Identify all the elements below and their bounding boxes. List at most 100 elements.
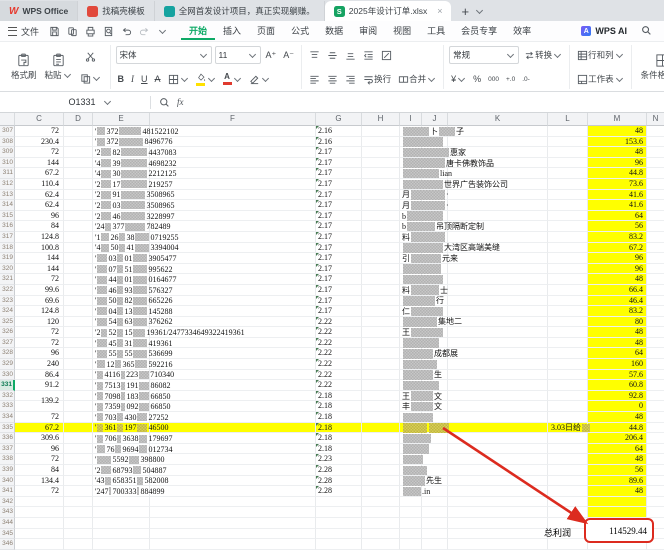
- undo-icon[interactable]: [121, 26, 132, 37]
- cell[interactable]: [64, 370, 93, 381]
- cell[interactable]: 134.4: [15, 476, 64, 487]
- cell[interactable]: [362, 338, 400, 349]
- cell[interactable]: [548, 221, 588, 232]
- cell[interactable]: [64, 296, 93, 307]
- cell[interactable]: [400, 168, 422, 179]
- cell[interactable]: [362, 137, 400, 148]
- row-header[interactable]: 342: [0, 497, 15, 508]
- cell[interactable]: [422, 348, 448, 359]
- cell[interactable]: [548, 412, 588, 423]
- cell[interactable]: 41.6: [588, 190, 647, 201]
- cell[interactable]: [150, 433, 316, 444]
- cell[interactable]: [647, 317, 664, 328]
- cell[interactable]: [422, 285, 448, 296]
- cell[interactable]: [400, 211, 422, 222]
- column-header-G[interactable]: G: [316, 113, 362, 126]
- cell[interactable]: [647, 179, 664, 190]
- cell[interactable]: [15, 518, 64, 529]
- tab-close-icon[interactable]: ×: [437, 6, 442, 16]
- cell[interactable]: 83.2: [588, 232, 647, 243]
- row-header[interactable]: 333: [0, 401, 15, 412]
- cell[interactable]: [362, 497, 400, 508]
- cell[interactable]: [400, 243, 422, 254]
- window-tab-teal[interactable]: 全网首发设计项目，真正实现躺赚。: [155, 1, 325, 21]
- font-name-select[interactable]: 宋体: [116, 46, 212, 64]
- cell[interactable]: [64, 486, 93, 497]
- cell[interactable]: [422, 380, 448, 391]
- cell[interactable]: 120: [15, 317, 64, 328]
- cell[interactable]: [64, 507, 93, 518]
- cell[interactable]: [647, 211, 664, 222]
- cell[interactable]: [400, 158, 422, 169]
- cell[interactable]: [362, 211, 400, 222]
- fill-color-button[interactable]: [194, 72, 218, 87]
- align-bottom-button[interactable]: [343, 49, 358, 62]
- window-tab-home[interactable]: WWPS Office: [0, 1, 78, 21]
- cell[interactable]: [64, 221, 93, 232]
- row-header[interactable]: 323: [0, 296, 15, 307]
- cell[interactable]: [150, 126, 316, 137]
- menu-item-公式[interactable]: 公式: [283, 22, 317, 40]
- cell[interactable]: [64, 359, 93, 370]
- cell[interactable]: [362, 507, 400, 518]
- cell[interactable]: 2.23: [316, 454, 362, 465]
- cell[interactable]: [150, 317, 316, 328]
- cell[interactable]: 64: [588, 348, 647, 359]
- cell[interactable]: [93, 465, 150, 476]
- cell[interactable]: 206.4: [588, 433, 647, 444]
- row-header[interactable]: 319: [0, 253, 15, 264]
- window-tab-sheet[interactable]: S2025年设计订单.xlsx×: [325, 1, 452, 21]
- cell[interactable]: [150, 338, 316, 349]
- cell[interactable]: [422, 243, 448, 254]
- cell[interactable]: [400, 476, 422, 487]
- decrease-font-button[interactable]: A⁻: [281, 49, 296, 62]
- cell[interactable]: [93, 401, 150, 412]
- cell[interactable]: [64, 200, 93, 211]
- cell[interactable]: [448, 243, 548, 254]
- cell[interactable]: 48: [588, 147, 647, 158]
- cell[interactable]: [647, 285, 664, 296]
- cell[interactable]: [64, 317, 93, 328]
- cell[interactable]: [64, 137, 93, 148]
- cell[interactable]: [548, 348, 588, 359]
- cell[interactable]: [150, 158, 316, 169]
- cell[interactable]: [64, 168, 93, 179]
- cell[interactable]: 2.28: [316, 465, 362, 476]
- cell[interactable]: 2.22: [316, 380, 362, 391]
- cell[interactable]: [316, 539, 362, 550]
- cell[interactable]: [647, 401, 664, 412]
- cell[interactable]: [93, 200, 150, 211]
- cell[interactable]: [400, 221, 422, 232]
- cell[interactable]: 2.18: [316, 401, 362, 412]
- convert-button[interactable]: 转换: [522, 48, 564, 62]
- conditional-format-button[interactable]: 条件格式: [637, 45, 664, 89]
- align-middle-button[interactable]: [325, 49, 340, 62]
- strikethrough-button[interactable]: A: [153, 73, 163, 85]
- cell[interactable]: [422, 401, 448, 412]
- cell[interactable]: [448, 507, 548, 518]
- cell[interactable]: [548, 465, 588, 476]
- cell[interactable]: 96: [588, 264, 647, 275]
- cell[interactable]: [93, 232, 150, 243]
- cell[interactable]: [448, 423, 548, 434]
- cell[interactable]: [362, 168, 400, 179]
- cell[interactable]: 48: [588, 274, 647, 285]
- column-header-H[interactable]: H: [362, 113, 400, 126]
- percent-button[interactable]: %: [471, 73, 483, 85]
- row-header[interactable]: 315: [0, 211, 15, 222]
- cell[interactable]: [400, 539, 422, 550]
- cell[interactable]: [647, 465, 664, 476]
- cell[interactable]: [400, 253, 422, 264]
- cell[interactable]: [548, 454, 588, 465]
- cell[interactable]: [647, 338, 664, 349]
- cell[interactable]: [548, 444, 588, 455]
- cell[interactable]: [362, 391, 400, 402]
- cell[interactable]: [548, 401, 588, 412]
- cell[interactable]: [422, 391, 448, 402]
- row-header[interactable]: 339: [0, 465, 15, 476]
- redo-icon[interactable]: [139, 26, 150, 37]
- column-header-L[interactable]: L: [548, 113, 588, 126]
- cell[interactable]: [548, 359, 588, 370]
- cell[interactable]: [647, 200, 664, 211]
- file-menu-button[interactable]: 文件: [8, 25, 39, 38]
